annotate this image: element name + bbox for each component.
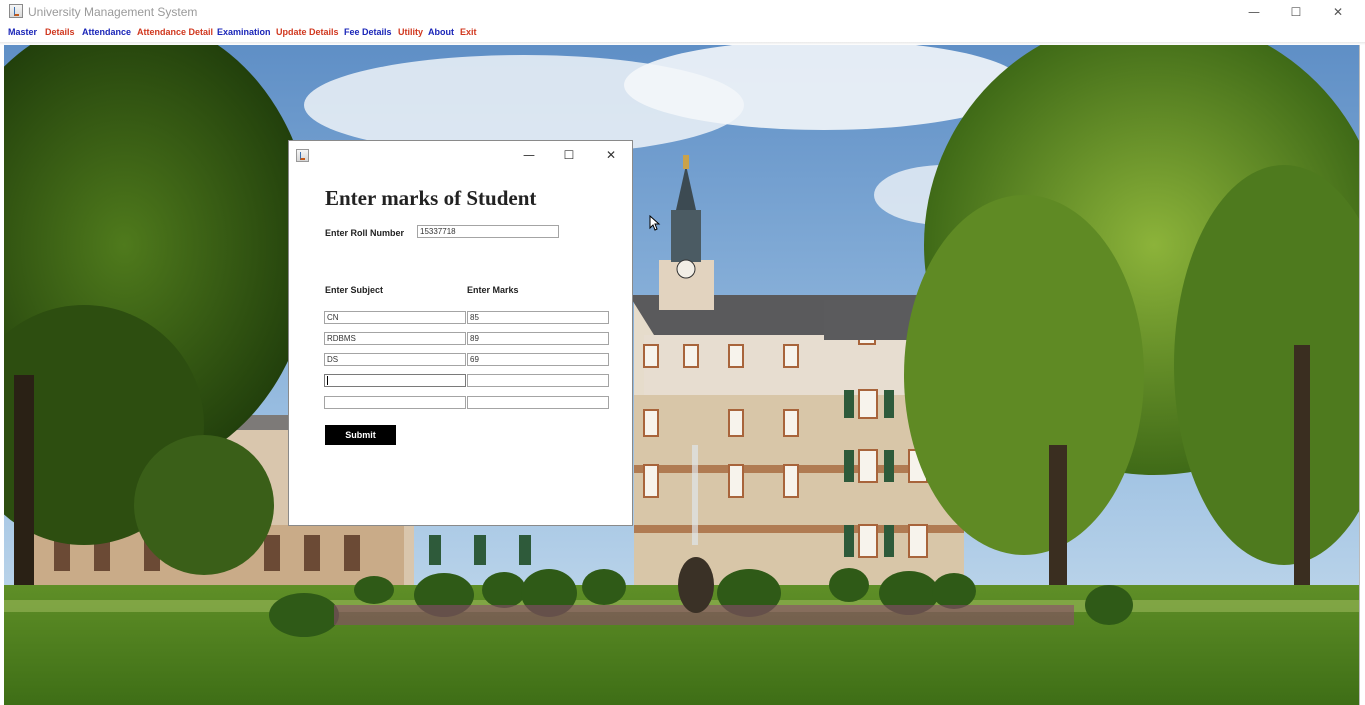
- menu-attendance-detail[interactable]: Attendance Detail: [137, 27, 213, 37]
- minimize-icon[interactable]: —: [1232, 0, 1276, 24]
- maximize-icon[interactable]: ☐: [1274, 0, 1318, 24]
- subject-column-label: Enter Subject: [325, 285, 384, 295]
- submit-button[interactable]: Submit: [325, 425, 396, 445]
- menu-utility[interactable]: Utility: [398, 27, 423, 37]
- minimize-icon[interactable]: —: [515, 145, 543, 165]
- java-app-icon: [9, 4, 23, 18]
- marks-input-1[interactable]: 85: [467, 311, 609, 324]
- menu-attendance[interactable]: Attendance: [82, 27, 131, 37]
- roll-number-label: Enter Roll Number: [325, 228, 405, 238]
- menu-update-details[interactable]: Update Details: [276, 27, 339, 37]
- marks-column-label: Enter Marks: [467, 285, 519, 295]
- subject-input-1[interactable]: CN: [324, 311, 466, 324]
- menu-about[interactable]: About: [428, 27, 454, 37]
- mouse-cursor-icon: [649, 215, 661, 231]
- dialog-heading: Enter marks of Student: [325, 186, 537, 210]
- java-app-icon: [296, 149, 309, 162]
- subject-input-3[interactable]: DS: [324, 353, 466, 366]
- menu-examination[interactable]: Examination: [217, 27, 271, 37]
- marks-input-2[interactable]: 89: [467, 332, 609, 345]
- roll-number-input[interactable]: 15337718: [417, 225, 559, 238]
- marks-input-5[interactable]: [467, 396, 609, 409]
- campus-background-image: [4, 45, 1359, 705]
- maximize-icon[interactable]: ☐: [555, 145, 583, 165]
- enter-marks-dialog: — ☐ ✕ Enter marks of Student Enter Roll …: [288, 140, 633, 526]
- window-right-border: [1359, 45, 1365, 705]
- marks-input-3[interactable]: 69: [467, 353, 609, 366]
- close-icon[interactable]: ✕: [1316, 0, 1360, 24]
- subject-input-2[interactable]: RDBMS: [324, 332, 466, 345]
- menu-exit[interactable]: Exit: [460, 27, 477, 37]
- window-title: University Management System: [28, 5, 198, 19]
- menu-master[interactable]: Master: [8, 27, 37, 37]
- subject-input-5[interactable]: [324, 396, 466, 409]
- marks-input-4[interactable]: [467, 374, 609, 387]
- text-caret: [327, 376, 328, 386]
- window-titlebar: University Management System — ☐ ✕: [0, 0, 1365, 25]
- menu-bar: Master Details Attendance Attendance Det…: [0, 24, 1365, 42]
- menu-details[interactable]: Details: [45, 27, 75, 37]
- close-icon[interactable]: ✕: [597, 145, 625, 165]
- menu-fee-details[interactable]: Fee Details: [344, 27, 392, 37]
- subject-input-4[interactable]: [324, 374, 466, 387]
